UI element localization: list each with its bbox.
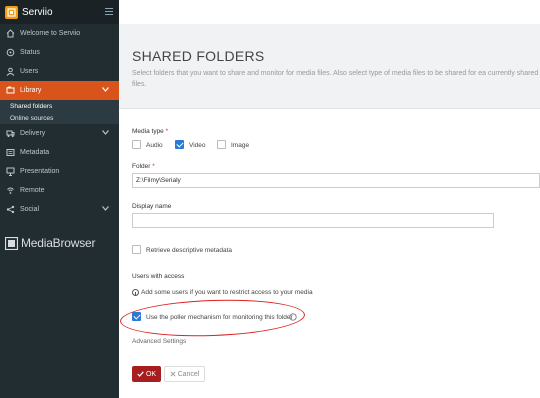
remote-icon <box>6 186 15 195</box>
chevron-down-icon <box>102 130 109 135</box>
top-navbar <box>119 0 540 24</box>
folder-label-text: Folder <box>132 163 151 170</box>
users-access-info: Add some users if you want to restrict a… <box>132 289 313 296</box>
cancel-button[interactable]: Cancel <box>164 366 205 382</box>
delivery-icon <box>6 129 15 138</box>
ok-button[interactable]: OK <box>132 366 161 382</box>
audio-label: Audio <box>146 142 163 149</box>
nav-item-welcome[interactable]: Welcome to Serviio <box>0 24 119 43</box>
mediabrowser-logo-icon <box>5 236 18 250</box>
users-access-info-text: Add some users if you want to restrict a… <box>141 289 313 296</box>
advanced-settings-link[interactable]: Advanced Settings <box>132 338 186 345</box>
close-icon <box>170 371 176 377</box>
chevron-down-icon <box>102 87 109 92</box>
library-icon <box>6 86 15 95</box>
page-title: SHARED FOLDERS <box>132 48 265 64</box>
nav-label: Delivery <box>20 130 46 137</box>
nav-item-status[interactable]: Status <box>0 43 119 62</box>
image-checkbox[interactable] <box>217 140 226 149</box>
display-name-label: Display name <box>132 203 172 210</box>
nav-item-metadata[interactable]: Metadata <box>0 143 119 162</box>
required-mark: * <box>152 163 155 170</box>
share-icon <box>6 205 15 214</box>
brand-name: Serviio <box>22 6 53 18</box>
nav-label: Users <box>20 68 39 75</box>
ok-label: OK <box>145 370 157 378</box>
sidebar-item-shared-folders[interactable]: Shared folders <box>0 100 119 112</box>
audio-checkbox[interactable] <box>132 140 141 149</box>
display-name-field[interactable] <box>132 213 494 228</box>
video-checkbox[interactable] <box>175 140 184 149</box>
nav-label: Remote <box>20 187 45 194</box>
home-icon <box>6 29 15 38</box>
folder-field[interactable]: Z:\Filmy\Serialy <box>132 173 540 188</box>
mediabrowser-link[interactable]: MediaBrowser <box>5 236 95 250</box>
nav-item-presentation[interactable]: Presentation <box>0 162 119 181</box>
serviio-logo-icon <box>5 5 18 19</box>
nav-item-users[interactable]: Users <box>0 62 119 81</box>
retrieve-metadata-checkbox[interactable] <box>132 245 141 254</box>
presentation-icon <box>6 167 15 176</box>
page-description: Select folders that you want to share an… <box>132 70 539 88</box>
nav-item-library[interactable]: Library <box>0 81 119 100</box>
info-icon <box>132 289 139 296</box>
mediabrowser-label: MediaBrowser <box>21 236 96 250</box>
nav-label: Status <box>20 49 40 56</box>
sidebar-item-online-sources[interactable]: Online sources <box>0 112 119 124</box>
media-type-label: Media type * <box>132 128 168 135</box>
chevron-down-icon <box>102 206 109 211</box>
folder-label: Folder * <box>132 163 155 170</box>
library-submenu: Shared folders Online sources <box>0 100 119 124</box>
brand-header: Serviio <box>0 0 119 24</box>
image-label: Image <box>231 142 250 149</box>
media-type-label-text: Media type <box>132 128 164 135</box>
cancel-label: Cancel <box>177 370 200 378</box>
users-access-label: Users with access <box>132 273 185 280</box>
metadata-icon <box>6 148 15 157</box>
nav-label: Metadata <box>20 149 50 156</box>
retrieve-metadata-label: Retrieve descriptive metadata <box>146 247 232 254</box>
nav-item-social[interactable]: Social <box>0 200 119 219</box>
nav-label: Welcome to Serviio <box>20 30 81 37</box>
required-mark: * <box>165 128 169 135</box>
sidebar: Serviio Welcome to Serviio Status Users … <box>0 0 119 398</box>
nav-label: Presentation <box>20 168 60 175</box>
status-icon <box>6 48 15 57</box>
nav-label: Social <box>20 206 40 213</box>
sidebar-toggle-icon[interactable] <box>105 8 113 15</box>
nav-label: Library <box>20 87 42 94</box>
nav-item-delivery[interactable]: Delivery <box>0 124 119 143</box>
user-icon <box>6 67 15 76</box>
nav-item-remote[interactable]: Remote <box>0 181 119 200</box>
video-label: Video <box>189 142 206 149</box>
check-icon <box>137 371 144 377</box>
